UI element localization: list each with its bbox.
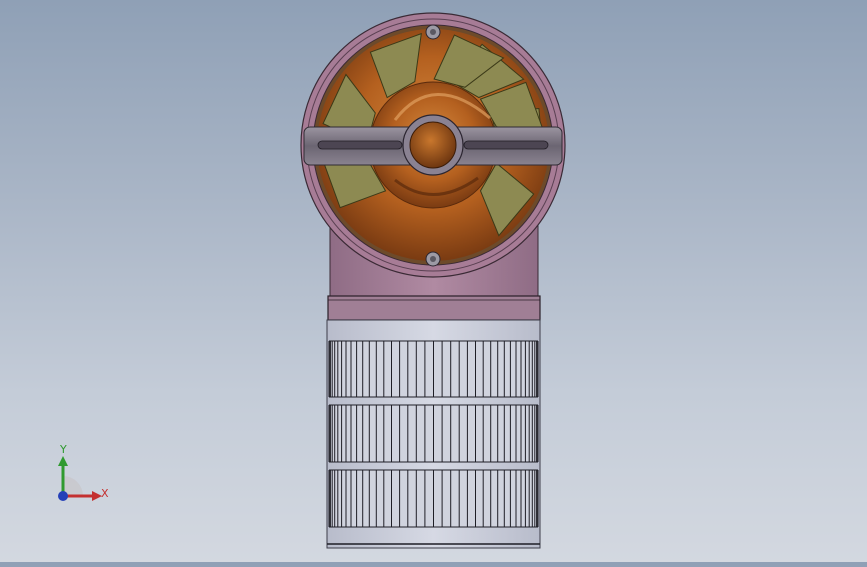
heatsink-fins	[328, 340, 539, 528]
orientation-triad[interactable]: Y X	[50, 440, 120, 510]
model-canvas[interactable]	[0, 0, 867, 562]
y-axis-label: Y	[60, 443, 67, 456]
motor-shaft-hub	[402, 114, 464, 176]
x-axis-label: X	[101, 487, 109, 500]
heatsink-housing	[326, 319, 541, 549]
graphics-viewport[interactable]: Y X	[0, 0, 867, 562]
z-axis-dot	[58, 491, 68, 501]
